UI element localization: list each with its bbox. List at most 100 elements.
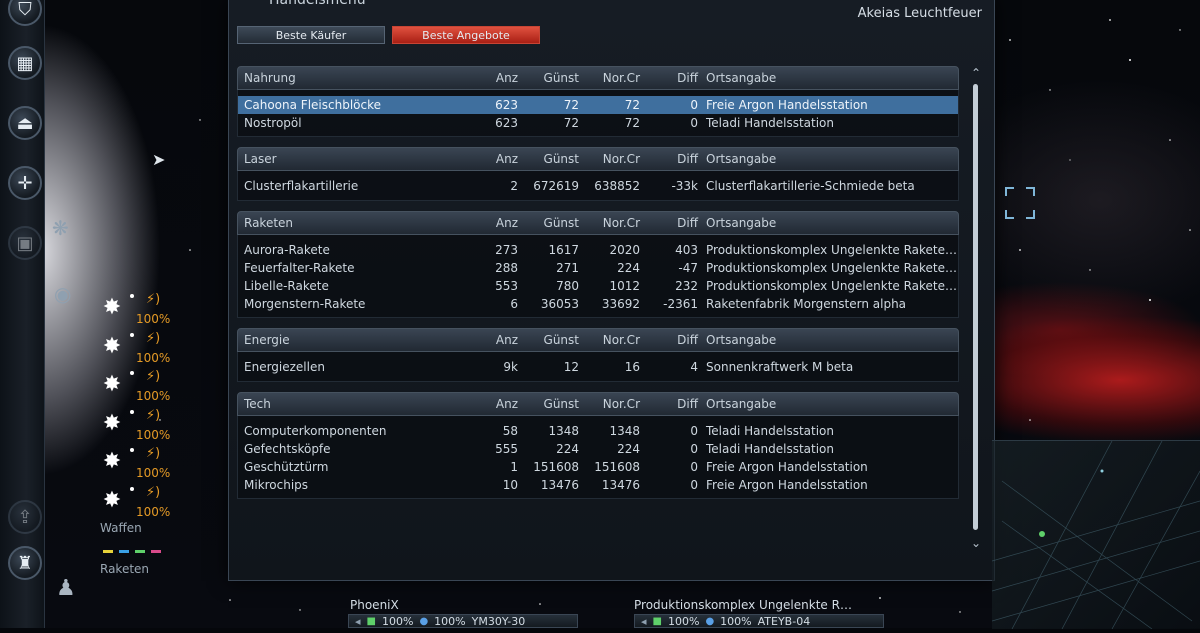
ware-amount: 1 [510, 459, 518, 474]
ware-price-diff: 0 [690, 423, 698, 438]
ware-best-price: 271 [556, 260, 579, 275]
trade-row[interactable]: Computerkomponenten 58 1348 1348 0 Teladi Han… [238, 422, 958, 440]
ware-price-diff: -2361 [663, 297, 698, 312]
group-body: Energiezellen 9k 12 16 4 Sonnenkraftwerk M be… [237, 352, 959, 382]
column-nor: Nor.Cr [602, 333, 640, 348]
target-shield: 100% [667, 614, 700, 628]
own-ship-id: YM30Y-30 [471, 614, 526, 628]
group-name: Tech [244, 396, 271, 411]
ware-amount: 6 [510, 297, 518, 312]
column-ort: Ortsangabe [706, 333, 777, 348]
ware-best-price: 224 [556, 441, 579, 456]
column-diff: Diff [677, 152, 698, 167]
ware-location: Raketenfabrik Morgenstern alpha [706, 297, 907, 312]
ware-location: Teladi Handelsstation [706, 441, 834, 456]
trade-row[interactable]: Aurora-Rakete 273 1617 2020 403 Produktionsko… [238, 241, 958, 259]
scroll-up-icon[interactable]: ⌃ [969, 66, 983, 80]
trade-row[interactable]: Energiezellen 9k 12 16 4 Sonnenkraftwerk M be… [238, 358, 958, 376]
column-diff: Diff [677, 215, 698, 230]
station-menu-button[interactable]: ▦ [8, 46, 42, 80]
own-shield: 100% [381, 614, 414, 628]
ware-name: Energiezellen [244, 360, 325, 375]
weapons-label: Waffen [100, 521, 142, 535]
column-nor: Nor.Cr [602, 215, 640, 230]
ware-normal-price: 151608 [594, 459, 640, 474]
column-diff: Diff [677, 333, 698, 348]
weapon-charge: 100% [136, 504, 171, 519]
group-body: Computerkomponenten 58 1348 1348 0 Teladi Han… [237, 415, 959, 500]
ware-location: Teladi Handelsstation [706, 116, 834, 131]
target-status[interactable]: ◂ ■ 100% ● 100% ATEYB-04 [634, 614, 884, 628]
laser-burst-icon: ✸ [102, 333, 122, 359]
trade-row[interactable]: Cahoona Fleischblöcke 623 72 72 0 Freie Argon… [238, 96, 958, 115]
weapon-slot[interactable]: ✸ ⚡) 100% [96, 331, 226, 370]
trade-group: Energie Anz Günst Nor.Cr Diff Ortsangabe Energ… [237, 328, 959, 382]
column-ort: Ortsangabe [706, 396, 777, 411]
group-name: Nahrung [244, 71, 296, 85]
column-ort: Ortsangabe [706, 215, 777, 230]
column-guenst: Günst [543, 396, 579, 411]
group-header[interactable]: Nahrung Anz Günst Nor.Cr Diff Ortsangabe [237, 66, 959, 90]
ware-location: Sonnenkraftwerk M beta [706, 360, 854, 375]
weapon-slot[interactable]: ✸ ⚡) 100% [96, 408, 226, 447]
target-menu-button[interactable]: ✛ [8, 166, 42, 200]
laser-burst-icon: ✸ [102, 410, 122, 436]
ware-normal-price: 224 [617, 441, 640, 456]
trade-row[interactable]: Morgenstern-Rakete 6 36053 33692 -2361 Rakete… [238, 295, 958, 313]
missiles-label: Raketen [100, 562, 150, 576]
column-guenst: Günst [543, 333, 579, 348]
weapon-slot[interactable]: ✸ ⚡) 100% [96, 485, 226, 524]
ware-name: Morgenstern-Rakete [244, 297, 366, 312]
ware-best-price: 672619 [533, 179, 579, 194]
group-header[interactable]: Laser Anz Günst Nor.Cr Diff Ortsangabe [237, 147, 959, 172]
weapon-slot[interactable]: ✸ ⚡) 100% [96, 292, 226, 331]
eject-menu-button[interactable]: ⏏ [8, 106, 42, 140]
ware-price-diff: 0 [690, 459, 698, 474]
own-hull: 100% [434, 614, 466, 628]
tab-best-buyers[interactable]: Beste Käufer [237, 26, 385, 44]
group-body: Aurora-Rakete 273 1617 2020 403 Produktionsko… [237, 234, 959, 319]
ware-name: Cahoona Fleischblöcke [244, 98, 381, 113]
weapon-slot[interactable]: ✸ ⚡) 100% [96, 369, 226, 408]
target-hull: 100% [720, 614, 752, 628]
ware-normal-price: 13476 [601, 478, 640, 493]
weapon-slot[interactable]: ✸ ⚡) 100% [96, 446, 226, 485]
radar-display[interactable] [991, 440, 1200, 630]
own-ship-status[interactable]: ◂ ■ 100% ● 100% YM30Y-30 [348, 614, 578, 628]
list-scrollbar[interactable]: ⌃ ⌄ [969, 66, 983, 550]
group-body: Clusterflakartillerie 2 672619 638852 -33k Cl… [237, 171, 959, 201]
ware-normal-price: 72 [624, 98, 640, 113]
group-header[interactable]: Raketen Anz Günst Nor.Cr Diff Ortsangabe [237, 210, 959, 235]
laser-burst-icon: ✸ [102, 487, 122, 513]
ware-amount: 555 [495, 441, 518, 456]
trade-row[interactable]: Gefechtsköpfe 555 224 224 0 Teladi Handelssta… [238, 440, 958, 458]
trade-row[interactable]: Mikrochips 10 13476 13476 0 Freie Argon Hande… [238, 476, 958, 494]
own-ship-name: PhoeniX [350, 598, 399, 612]
disabled-menu-button[interactable]: ▣ [8, 226, 42, 260]
pilot-button[interactable]: ♜ [8, 546, 42, 580]
player-name: Akeias Leuchtfeuer [857, 6, 982, 21]
autopilot-button[interactable]: ⇪ [8, 500, 42, 534]
scroll-down-icon[interactable]: ⌄ [969, 536, 983, 550]
ware-normal-price: 72 [624, 116, 640, 131]
column-diff: Diff [677, 396, 698, 411]
group-header[interactable]: Tech Anz Günst Nor.Cr Diff Ortsangabe [237, 391, 959, 416]
ware-name: Nostropöl [244, 116, 302, 131]
column-anz: Anz [495, 215, 518, 230]
trade-row[interactable]: Feuerfalter-Rakete 288 271 224 -47 Produktion… [238, 259, 958, 277]
ware-best-price: 13476 [540, 478, 579, 493]
trade-row[interactable]: Nostropöl 623 72 72 0 Teladi Handelsstation [238, 114, 958, 132]
ware-location: Teladi Handelsstation [706, 423, 834, 438]
group-header[interactable]: Energie Anz Günst Nor.Cr Diff Ortsangabe [237, 328, 959, 353]
trade-row[interactable]: Libelle-Rakete 553 780 1012 232 Produktionsko… [238, 277, 958, 295]
column-diff: Diff [677, 71, 698, 85]
cargo-icon: ▣ [16, 232, 34, 254]
scroll-thumb[interactable] [973, 84, 978, 530]
tab-best-offers[interactable]: Beste Angebote [392, 26, 540, 44]
group-name: Raketen [244, 215, 294, 230]
energy-bolt-icon: ⚡) [146, 369, 161, 384]
trade-group: Laser Anz Günst Nor.Cr Diff Ortsangabe Cluster… [237, 147, 959, 201]
trade-row[interactable]: Clusterflakartillerie 2 672619 638852 -33k Cl… [238, 177, 958, 195]
tick-yellow [103, 550, 113, 553]
trade-row[interactable]: Geschütztürm 1 151608 151608 0 Freie Argon Ha… [238, 458, 958, 476]
